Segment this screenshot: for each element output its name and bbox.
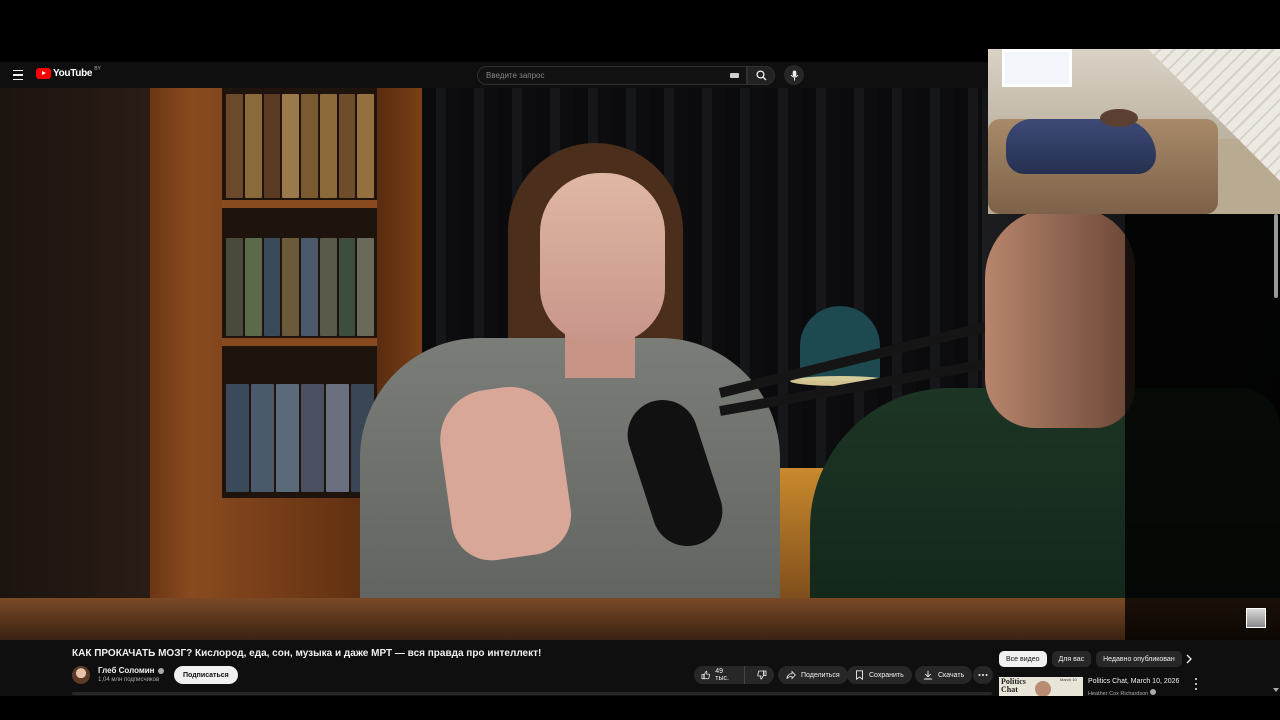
recommendation-more-button[interactable] [1193,678,1199,690]
more-actions-button[interactable] [973,666,993,684]
book-row [226,384,374,492]
divider [72,692,992,695]
video-title: КАК ПРОКАЧАТЬ МОЗГ? Кислород, еда, сон, … [72,648,542,659]
guest-head [985,208,1135,428]
youtube-logo[interactable]: YouTube BY [36,65,101,79]
keyboard-icon[interactable] [730,73,739,78]
page-scrollbar[interactable] [1274,214,1278,298]
channel-name[interactable]: Глеб Соломин [98,666,164,675]
picture-in-picture-window[interactable] [988,49,1280,214]
recommendation-thumbnail[interactable]: Politics Chat March 10 [999,677,1083,696]
thumbnail-date: March 10 [1060,677,1077,682]
related-filter-chips: Все видео Для вас Недавно опубликован [999,651,1182,667]
save-button[interactable]: Сохранить [847,666,912,684]
book-row [226,238,374,336]
channel-watermark[interactable] [1246,608,1266,628]
share-label: Поделиться [801,671,840,679]
download-button[interactable]: Скачать [915,666,973,684]
recommendation-title[interactable]: Politics Chat, March 10, 2026 [1088,678,1179,685]
thumbnail-title: Politics Chat [1001,678,1026,694]
more-horizontal-icon [978,674,988,676]
save-label: Сохранить [869,671,904,679]
region-code: BY [94,65,101,72]
chip-all-videos[interactable]: Все видео [999,651,1047,667]
like-count: 49 тыс. [715,668,729,682]
download-label: Скачать [938,671,965,679]
scene-wall [0,88,150,640]
subscriber-count: 1,04 млн подписчиков [98,677,160,683]
pip-blanket [1006,119,1156,174]
pip-sleeping-person [1100,109,1138,127]
thumbnail-title-line-2: Chat [1001,685,1018,694]
scene-desk [0,598,1280,640]
menu-icon[interactable] [10,67,26,83]
thumbs-up-icon [701,670,710,680]
share-icon [786,670,796,680]
like-button[interactable]: 49 тыс. [694,666,745,684]
search-icon [755,70,766,81]
verified-icon [157,667,164,674]
dislike-button[interactable] [750,666,774,684]
logo-text: YouTube [53,68,93,79]
chip-recently-uploaded[interactable]: Недавно опубликован [1096,651,1182,667]
verified-icon [1149,689,1156,695]
microphone-icon [790,70,798,80]
subscribe-button[interactable]: Подписаться [174,666,238,684]
avatar[interactable] [72,666,90,684]
play-logo-icon [36,68,51,79]
bottom-letterbox [0,696,1280,720]
search-button[interactable] [747,66,775,85]
voice-search-button[interactable] [784,65,804,85]
book-row [226,94,374,198]
bookmark-icon [856,670,863,680]
thumbs-down-icon [757,670,767,680]
host-face [540,173,665,343]
download-icon [924,670,932,680]
scroll-down-arrow-icon[interactable] [1273,688,1279,692]
video-info: КАК ПРОКАЧАТЬ МОЗГ? Кислород, еда, сон, … [0,640,1280,697]
pip-window-frame [1002,49,1072,87]
chip-for-you[interactable]: Для вас [1051,651,1092,667]
bookcase-shelf [222,338,377,346]
channel-name-text: Глеб Соломин [98,666,155,675]
chevron-right-icon[interactable] [1183,653,1195,665]
search-box [477,66,747,85]
share-button[interactable]: Поделиться [778,666,848,684]
search-input[interactable] [478,71,718,80]
thumbnail-face [1035,681,1051,696]
bookcase-shelf [222,200,377,208]
like-dislike-group: 49 тыс. [694,666,774,684]
